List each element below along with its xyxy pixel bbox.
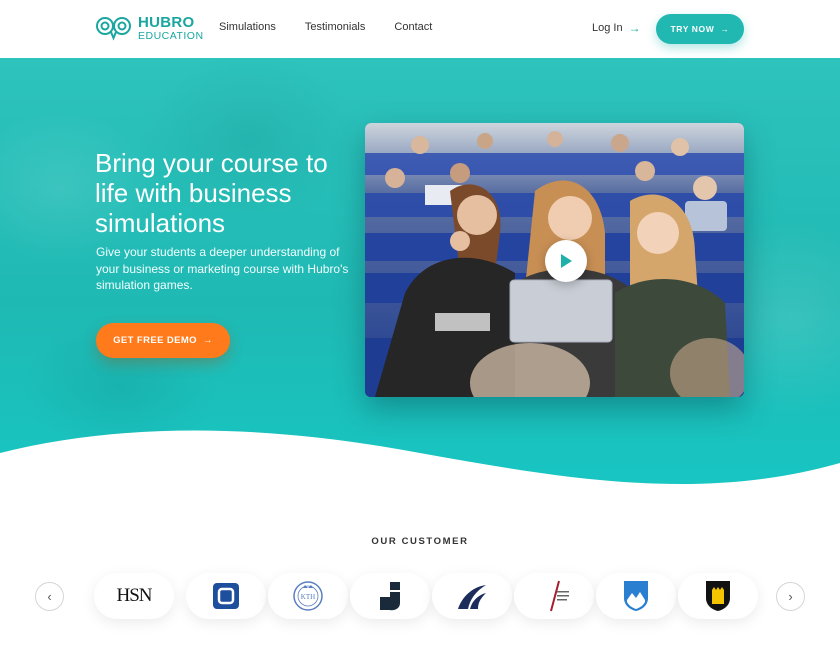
hero-subtext: Give your students a deeper understandin… [96,245,349,292]
chevron-left-icon: ‹ [47,589,52,604]
nav-link-contact[interactable]: Contact [394,21,432,33]
kth-seal-icon: KTH [293,581,323,611]
kth-logo-text: KTH [301,593,315,601]
play-button[interactable] [545,240,587,282]
blue-square-logo-icon [213,583,239,609]
hsn-logo-text: HSN [116,585,152,606]
get-free-demo-button[interactable]: GET FREE DEMO → [96,323,230,358]
j-logo-icon [380,582,400,611]
customer-logo-kth[interactable]: KTH [268,573,348,619]
arrow-right-icon: → [628,21,641,35]
carousel-next-button[interactable]: › [776,582,805,611]
shield-blue-logo-icon [624,581,648,611]
hero-headline: Bring your course to life with business … [95,148,328,238]
nav-link-testimonials[interactable]: Testimonials [305,21,366,33]
customer-logo-j[interactable] [350,573,430,619]
play-icon [561,254,572,268]
try-now-button[interactable]: TRY NOW → [656,14,744,44]
customer-logo-wave[interactable] [432,573,512,619]
hero-video[interactable] [365,123,744,397]
nav-link-simulations[interactable]: Simulations [219,21,276,33]
customer-logo-shield-black[interactable] [678,573,758,619]
hubro-owl-icon [96,14,132,42]
shield-black-logo-icon [706,581,730,611]
customer-logo-blue-square[interactable] [186,573,266,619]
hero-wave [0,430,840,503]
login-label: Log In [592,22,623,34]
arrow-right-icon: → [720,24,730,34]
customers-title: OUR CUSTOMER [371,536,469,547]
customer-logo-slash[interactable] [514,573,594,619]
hubro-logo[interactable]: HUBRO EDUCATION [96,14,204,42]
hero-section: Bring your course to life with business … [0,58,840,503]
top-nav: HUBRO EDUCATION Simulations Testimonials… [0,0,840,58]
carousel-prev-button[interactable]: ‹ [35,582,64,611]
wave-logo-icon [458,585,486,609]
slash-logo-icon [550,580,569,612]
login-link[interactable]: Log In → [592,21,641,35]
try-now-label: TRY NOW [670,24,715,34]
logo-line1: HUBRO [138,13,195,31]
nav-links: Simulations Testimonials Contact [219,21,432,33]
logo-line2: EDUCATION [138,29,204,42]
customer-logo-shield-blue[interactable] [596,573,676,619]
chevron-right-icon: › [788,589,793,604]
arrow-right-icon: → [202,335,213,346]
demo-button-label: GET FREE DEMO [113,335,197,346]
customer-logo-hsn[interactable]: HSN [94,573,174,619]
